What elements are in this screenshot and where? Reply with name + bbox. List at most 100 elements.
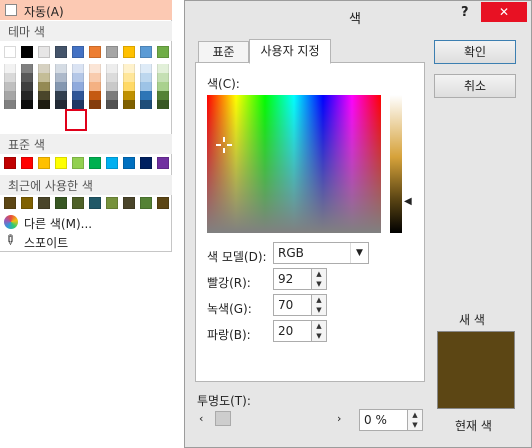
color-model-select[interactable]: RGB ▼ xyxy=(273,242,369,264)
theme-shade-swatch[interactable] xyxy=(38,64,50,73)
recent-color-swatch[interactable] xyxy=(89,197,101,209)
down-arrow-icon[interactable]: ▼ xyxy=(312,331,326,341)
eyedropper-item[interactable]: ✎ 스포이트 xyxy=(0,231,172,251)
automatic-color-item[interactable]: 자동(A) xyxy=(0,0,172,20)
theme-shade-swatch[interactable] xyxy=(89,64,101,73)
theme-shade-swatch[interactable] xyxy=(4,64,16,73)
theme-shade-swatch[interactable] xyxy=(55,73,67,82)
close-button[interactable]: ✕ xyxy=(481,2,527,22)
theme-shade-swatch[interactable] xyxy=(157,91,169,100)
theme-shade-swatch[interactable] xyxy=(123,91,135,100)
theme-shade-swatch[interactable] xyxy=(72,100,84,109)
standard-color-swatch[interactable] xyxy=(106,157,118,169)
theme-shade-swatch[interactable] xyxy=(55,64,67,73)
theme-shade-swatch[interactable] xyxy=(106,82,118,91)
theme-shade-swatch[interactable] xyxy=(72,73,84,82)
theme-shade-swatch[interactable] xyxy=(21,82,33,91)
standard-color-swatch[interactable] xyxy=(21,157,33,169)
theme-shade-swatch[interactable] xyxy=(157,100,169,109)
down-arrow-icon[interactable]: ▼ xyxy=(312,279,326,289)
standard-color-swatch[interactable] xyxy=(4,157,16,169)
theme-shade-swatch[interactable] xyxy=(38,82,50,91)
theme-shade-swatch[interactable] xyxy=(140,73,152,82)
green-input[interactable]: 70 xyxy=(273,294,313,316)
theme-shade-swatch[interactable] xyxy=(89,91,101,100)
theme-shade-swatch[interactable] xyxy=(72,64,84,73)
theme-color-swatch[interactable] xyxy=(140,46,152,58)
recent-color-swatch[interactable] xyxy=(72,197,84,209)
theme-shade-swatch[interactable] xyxy=(4,82,16,91)
standard-color-swatch[interactable] xyxy=(55,157,67,169)
transparency-stepper[interactable]: ▲ ▼ xyxy=(407,409,423,431)
theme-shade-swatch[interactable] xyxy=(157,73,169,82)
theme-shade-swatch[interactable] xyxy=(157,82,169,91)
theme-shade-swatch[interactable] xyxy=(140,91,152,100)
theme-shade-swatch[interactable] xyxy=(89,82,101,91)
theme-shade-swatch[interactable] xyxy=(55,100,67,109)
recent-color-swatch[interactable] xyxy=(38,197,50,209)
theme-shade-swatch[interactable] xyxy=(38,73,50,82)
theme-shade-swatch[interactable] xyxy=(55,91,67,100)
blue-input[interactable]: 20 xyxy=(273,320,313,342)
tab-custom[interactable]: 사용자 지정 xyxy=(249,39,331,64)
scroll-right-icon[interactable]: › xyxy=(337,412,341,425)
theme-shade-swatch[interactable] xyxy=(55,82,67,91)
theme-color-swatch[interactable] xyxy=(55,46,67,58)
transparency-slider[interactable]: ‹ › xyxy=(197,410,347,428)
recent-color-swatch[interactable] xyxy=(140,197,152,209)
standard-color-swatch[interactable] xyxy=(157,157,169,169)
theme-shade-swatch[interactable] xyxy=(106,64,118,73)
theme-color-swatch[interactable] xyxy=(157,46,169,58)
up-arrow-icon[interactable]: ▲ xyxy=(312,321,326,331)
theme-shade-swatch[interactable] xyxy=(89,100,101,109)
luminance-arrow-icon[interactable]: ◀ xyxy=(404,196,412,207)
standard-color-swatch[interactable] xyxy=(72,157,84,169)
theme-shade-swatch[interactable] xyxy=(4,73,16,82)
more-colors-item[interactable]: 다른 색(M)... xyxy=(0,212,172,232)
recent-color-swatch[interactable] xyxy=(157,197,169,209)
recent-color-swatch[interactable] xyxy=(4,197,16,209)
theme-shade-swatch[interactable] xyxy=(4,100,16,109)
standard-color-swatch[interactable] xyxy=(89,157,101,169)
theme-color-swatch[interactable] xyxy=(21,46,33,58)
luminance-slider[interactable] xyxy=(390,95,402,233)
recent-color-swatch[interactable] xyxy=(106,197,118,209)
down-arrow-icon[interactable]: ▼ xyxy=(312,305,326,315)
theme-shade-swatch[interactable] xyxy=(21,64,33,73)
recent-color-swatch[interactable] xyxy=(123,197,135,209)
theme-shade-swatch[interactable] xyxy=(123,82,135,91)
theme-color-swatch[interactable] xyxy=(89,46,101,58)
recent-color-swatch[interactable] xyxy=(21,197,33,209)
red-stepper[interactable]: ▲ ▼ xyxy=(311,268,327,290)
theme-color-swatch[interactable] xyxy=(106,46,118,58)
chevron-down-icon[interactable]: ▼ xyxy=(350,243,368,263)
color-spectrum[interactable] xyxy=(207,95,381,233)
theme-shade-swatch[interactable] xyxy=(72,91,84,100)
green-stepper[interactable]: ▲ ▼ xyxy=(311,294,327,316)
recent-color-swatch[interactable] xyxy=(55,197,67,209)
down-arrow-icon[interactable]: ▼ xyxy=(408,420,422,430)
theme-color-swatch[interactable] xyxy=(4,46,16,58)
theme-shade-swatch[interactable] xyxy=(157,64,169,73)
theme-shade-swatch[interactable] xyxy=(4,91,16,100)
ok-button[interactable]: 확인 xyxy=(434,40,516,64)
theme-shade-swatch[interactable] xyxy=(72,82,84,91)
theme-shade-swatch[interactable] xyxy=(106,91,118,100)
theme-shade-swatch[interactable] xyxy=(21,91,33,100)
up-arrow-icon[interactable]: ▲ xyxy=(312,269,326,279)
theme-shade-swatch[interactable] xyxy=(123,100,135,109)
theme-shade-swatch[interactable] xyxy=(38,100,50,109)
help-button[interactable]: ? xyxy=(461,5,469,20)
slider-thumb[interactable] xyxy=(215,411,231,426)
theme-shade-swatch[interactable] xyxy=(21,73,33,82)
theme-shade-swatch[interactable] xyxy=(123,64,135,73)
theme-shade-swatch[interactable] xyxy=(21,100,33,109)
up-arrow-icon[interactable]: ▲ xyxy=(312,295,326,305)
up-arrow-icon[interactable]: ▲ xyxy=(408,410,422,420)
theme-shade-swatch[interactable] xyxy=(123,73,135,82)
standard-color-swatch[interactable] xyxy=(123,157,135,169)
theme-shade-swatch[interactable] xyxy=(38,91,50,100)
standard-color-swatch[interactable] xyxy=(38,157,50,169)
theme-shade-swatch[interactable] xyxy=(140,82,152,91)
cancel-button[interactable]: 취소 xyxy=(434,74,516,98)
